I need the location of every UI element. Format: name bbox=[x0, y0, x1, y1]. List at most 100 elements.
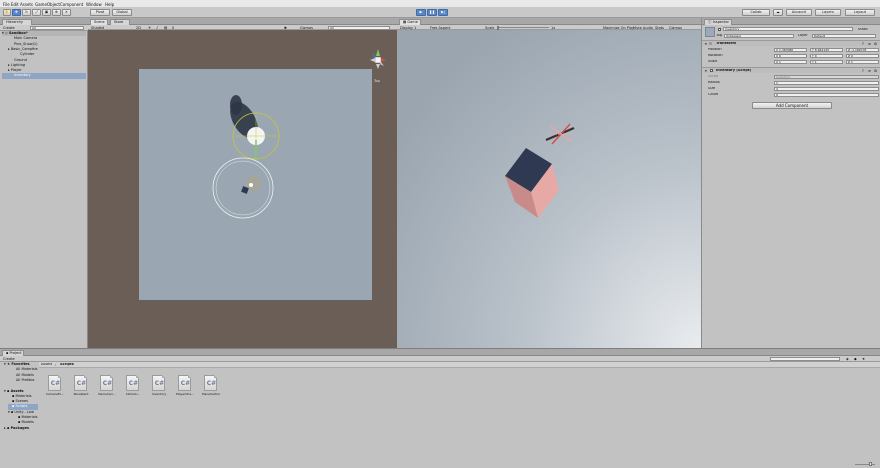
camera-settings-icon[interactable]: ✱ bbox=[284, 26, 287, 30]
file-label: InDrivin... bbox=[125, 392, 141, 396]
packages-folder[interactable]: ▸ ▪ Packages bbox=[4, 426, 29, 431]
active-checkbox[interactable] bbox=[718, 28, 721, 31]
breadcrumb-assets[interactable]: Assets bbox=[41, 363, 52, 367]
settings-gear-icon[interactable]: ⚙ bbox=[874, 69, 877, 73]
layer-dropdown[interactable]: Default bbox=[812, 33, 876, 38]
rotate-tool-icon[interactable]: ↻ bbox=[22, 9, 31, 16]
csharp-file-icon: C# bbox=[74, 375, 87, 391]
position-x-field[interactable]: X 1.383080 bbox=[774, 47, 807, 52]
count-field[interactable]: 0 bbox=[774, 92, 879, 97]
breadcrumb-scripts[interactable]: Scripts bbox=[60, 363, 74, 367]
help-icon[interactable]: ? bbox=[862, 69, 864, 73]
move-tool-icon[interactable]: ✥ bbox=[12, 9, 21, 16]
tab-inspector[interactable]: ⓘ Inspector bbox=[704, 19, 732, 25]
file-label: CameraFo... bbox=[46, 392, 64, 396]
favorite-item-prefabs[interactable]: All Prefabs bbox=[16, 378, 34, 383]
scale-slider-thumb[interactable] bbox=[497, 25, 499, 30]
script-file[interactable]: C# Inventory bbox=[150, 375, 168, 396]
file-label: Persistent bbox=[73, 392, 89, 396]
inventory-script-header[interactable]: ▾ Inventory (Script) ? ≡ ⚙ bbox=[702, 67, 880, 73]
scene-tabbar: Scene Store bbox=[88, 18, 397, 25]
collab-button[interactable]: Collab bbox=[742, 9, 770, 16]
account-dropdown[interactable]: Account bbox=[786, 9, 812, 16]
global-toggle[interactable]: Global bbox=[112, 9, 132, 16]
subfolder-models[interactable]: ▪ Models bbox=[18, 420, 34, 425]
menu-gameobject[interactable]: GameObject bbox=[35, 2, 60, 7]
pause-button[interactable]: ❚❚ bbox=[427, 9, 437, 16]
file-label: PlaceCartrio... bbox=[202, 392, 220, 396]
effects-toggle-icon[interactable]: ▤ bbox=[164, 26, 167, 30]
settings-gear-icon[interactable]: ⚙ bbox=[874, 42, 877, 46]
preset-icon[interactable]: ≡ bbox=[868, 42, 871, 46]
menu-help[interactable]: Help bbox=[105, 2, 114, 7]
menu-assets[interactable]: Assets bbox=[20, 2, 33, 7]
menu-component[interactable]: Component bbox=[60, 2, 83, 7]
scale-z-field[interactable]: Z 1 bbox=[846, 59, 879, 64]
folder-label: Scripts bbox=[15, 404, 28, 409]
pivot-toggle[interactable]: Pivot bbox=[90, 9, 110, 16]
hierarchy-tabbar: Hierarchy bbox=[0, 18, 88, 25]
audio-toggle-icon[interactable]: ♪ bbox=[156, 26, 158, 30]
game-viewport[interactable] bbox=[397, 30, 701, 348]
packages-label: Packages bbox=[10, 426, 30, 430]
size-field[interactable]: 4 bbox=[774, 86, 879, 91]
filter-label-icon[interactable]: ◆ bbox=[854, 357, 857, 361]
layers-dropdown[interactable]: Layers bbox=[815, 9, 841, 16]
layout-dropdown[interactable]: Layout bbox=[845, 9, 875, 16]
script-file[interactable]: C# Persistent bbox=[72, 375, 90, 396]
csharp-file-icon: C# bbox=[204, 375, 217, 391]
scale-x-field[interactable]: X 1 bbox=[774, 59, 807, 64]
hierarchy-search-input[interactable]: All bbox=[30, 26, 84, 30]
rotation-y-field[interactable]: Y 0 bbox=[810, 53, 843, 58]
lighting-toggle-icon[interactable]: ☀ bbox=[148, 26, 151, 30]
inspector-tabbar: ⓘ Inspector bbox=[702, 18, 880, 25]
step-button[interactable]: ▶| bbox=[438, 9, 448, 16]
scale-y-field[interactable]: Y 1 bbox=[810, 59, 843, 64]
help-icon[interactable]: ? bbox=[862, 42, 864, 46]
size-label: Size bbox=[708, 87, 716, 90]
cloud-icon[interactable]: ☁ bbox=[773, 9, 783, 16]
rotation-z-field[interactable]: Z 0 bbox=[846, 53, 879, 58]
radius-field[interactable]: 1 bbox=[774, 80, 879, 85]
script-file[interactable]: C# PlayerCha... bbox=[176, 375, 194, 396]
scale-tool-icon[interactable]: ⤢ bbox=[32, 9, 41, 16]
light-icon bbox=[249, 183, 253, 187]
script-file[interactable]: C# CameraFo... bbox=[46, 375, 64, 396]
menu-edit[interactable]: Edit bbox=[11, 2, 19, 7]
menu-window[interactable]: Window bbox=[86, 2, 102, 7]
project-create-button[interactable]: Create bbox=[3, 357, 15, 361]
position-z-field[interactable]: Z -1.189705 bbox=[846, 47, 879, 52]
hierarchy-create-button[interactable]: Create bbox=[3, 26, 15, 30]
icon-size-slider[interactable] bbox=[855, 464, 875, 465]
script-file[interactable]: C# InDrivin... bbox=[124, 375, 142, 396]
hierarchy-item-inventory[interactable]: Inventory bbox=[2, 73, 86, 79]
script-file[interactable]: C#PlaceCartrio... bbox=[202, 375, 220, 396]
icon-size-slider-thumb[interactable] bbox=[869, 462, 872, 466]
rect-tool-icon[interactable]: ▣ bbox=[42, 9, 51, 16]
scene-viewport[interactable]: Top bbox=[88, 30, 397, 348]
favorite-star-icon[interactable]: ★ bbox=[862, 357, 865, 361]
position-y-field[interactable]: Y 8.962145 bbox=[810, 47, 843, 52]
script-file[interactable]: C# ItemsCarr... bbox=[98, 375, 116, 396]
play-button[interactable]: ▶ bbox=[416, 9, 426, 16]
script-reference-field: Inventory bbox=[774, 74, 879, 79]
tag-dropdown[interactable]: Untagged bbox=[724, 33, 794, 38]
preset-icon[interactable]: ≡ bbox=[868, 69, 871, 73]
count-label: Count bbox=[708, 93, 719, 96]
filter-type-icon[interactable]: ◈ bbox=[846, 357, 849, 361]
rotation-x-field[interactable]: X 0 bbox=[774, 53, 807, 58]
scale-slider-track[interactable] bbox=[497, 27, 549, 28]
transform-header[interactable]: ▾ ⤧ Transform ? ≡ ⚙ bbox=[702, 40, 880, 46]
add-component-button[interactable]: Add Component bbox=[752, 102, 832, 109]
project-search-input[interactable] bbox=[770, 357, 840, 361]
object-name-field[interactable]: Inventory bbox=[723, 27, 853, 31]
menu-file[interactable]: File bbox=[3, 2, 10, 7]
custom-tool-icon[interactable]: ✕ bbox=[62, 9, 71, 16]
scene-view-panel: Scene Store Shaded 2D ☀ ♪ ▤ 0 ✱ Gizmos A… bbox=[88, 18, 397, 348]
script-enabled-checkbox[interactable] bbox=[710, 69, 713, 73]
transform-icon: ⤧ bbox=[709, 42, 712, 46]
static-checkbox-label[interactable]: Static bbox=[858, 28, 868, 32]
scene-search-input[interactable]: All bbox=[328, 25, 390, 30]
transform-tool-icon[interactable]: ⊕ bbox=[52, 9, 61, 16]
hand-tool-icon[interactable]: ✋ bbox=[3, 9, 11, 16]
